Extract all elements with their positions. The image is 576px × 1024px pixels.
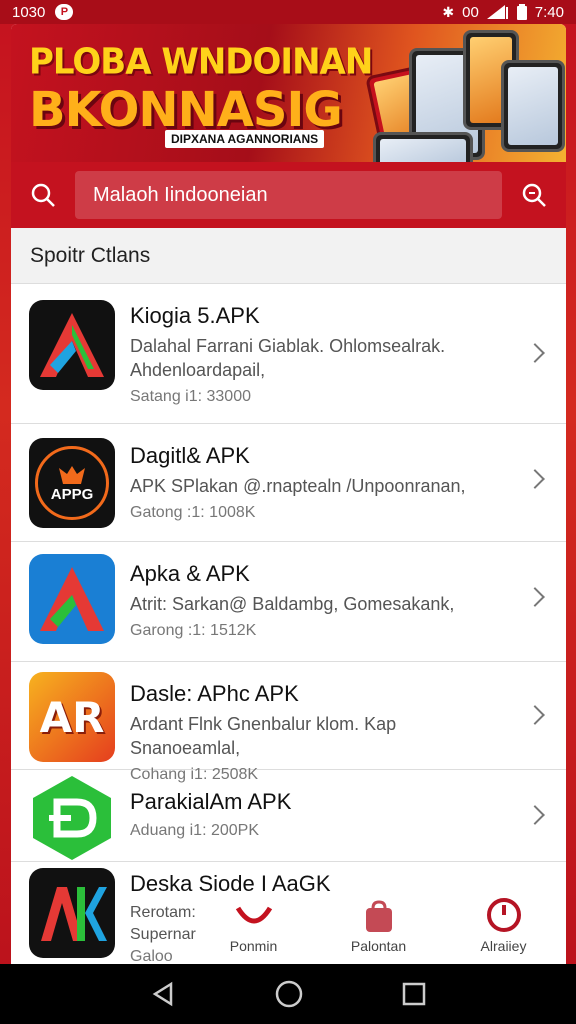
app-icon	[29, 774, 115, 862]
item-title: Apka & APK	[130, 561, 250, 586]
list-item[interactable]: Kiogia 5.APK Dalahal Farrani Giablak. Oh…	[11, 284, 566, 424]
battery-icon	[516, 4, 527, 20]
status-right: ✱ 00 7:40	[442, 4, 564, 21]
search-bar: Malaoh Iindooneian	[11, 162, 566, 228]
chevron-right-icon	[525, 805, 545, 825]
item-description: Dalahal Farrani Giablak. Ohlomsealrak. A…	[130, 336, 446, 380]
item-meta: Gatong :1: 1008K	[130, 504, 256, 521]
chevron-right-icon	[525, 705, 545, 725]
item-text: Kiogia 5.APK Dalahal Farrani Giablak. Oh…	[130, 302, 510, 408]
app-icon	[29, 300, 115, 390]
promo-banner[interactable]: PLOBA WNDOINAN BKONNASIG DIPXANA AGANNOR…	[11, 24, 566, 162]
app-list: Kiogia 5.APK Dalahal Farrani Giablak. Oh…	[11, 284, 566, 964]
nav-tab-alraiiey[interactable]: Alraiiey	[449, 896, 559, 954]
item-description: Ardant Flnk Gnenbalur klom. Kap Snanoeam…	[130, 714, 397, 758]
list-item[interactable]: AR Dasle: APhc APK Ardant Flnk Gnenbalur…	[11, 662, 566, 783]
app-icon	[29, 868, 115, 958]
nav-label: Ponmin	[229, 938, 278, 954]
status-left: 1030 P	[12, 3, 74, 21]
item-text: Apka & APK Atrit: Sarkan@ Baldambg, Gome…	[130, 560, 510, 642]
logo-d-icon	[33, 776, 111, 860]
logo-a-icon	[40, 313, 104, 377]
item-text: Dagitl& APK APK SPlakan @.rnaptealn /Unp…	[130, 442, 510, 524]
app-icon: AR	[29, 672, 115, 762]
item-meta: Aduang i1: 200PK	[130, 822, 259, 839]
item-text: ParakialAm APK Aduang i1: 200PK	[130, 788, 510, 842]
mascot-icon	[59, 465, 85, 484]
banner-headline: PLOBA WNDOINAN	[29, 41, 373, 83]
tablet-screen-2	[508, 67, 558, 145]
app-icon	[29, 554, 115, 644]
chevron-right-icon	[525, 587, 545, 607]
list-item[interactable]: ParakialAm APK Aduang i1: 200PK	[11, 770, 566, 862]
item-meta: Garong :1: 1512K	[130, 622, 257, 639]
nav-tab-palontan[interactable]: Palontan	[324, 900, 434, 954]
item-title: Dasle: APhc APK	[130, 681, 299, 706]
item-meta: Satang i1: 33000	[130, 388, 251, 405]
list-item[interactable]: APPG Dagitl& APK APK SPlakan @.rnaptealn…	[11, 424, 566, 542]
item-description: Atrit: Sarkan@ Baldambg, Gomesakank,	[130, 594, 455, 614]
app-icon-label: AR	[39, 692, 105, 742]
tablet-illustration-2	[501, 60, 565, 152]
chevron-right-icon	[525, 469, 545, 489]
status-time-right: 7:40	[534, 3, 564, 21]
system-nav-bar	[0, 964, 576, 1024]
signal-icon	[486, 5, 508, 19]
timer-icon	[486, 898, 521, 932]
nav-tab-ponmin[interactable]: Ponmin	[199, 900, 309, 954]
search-submit-icon[interactable]	[516, 177, 552, 213]
item-title: Dagitl& APK	[130, 443, 250, 468]
bottom-nav: Ponmin Palontan Alraiiey	[191, 892, 566, 964]
search-icon[interactable]	[25, 177, 61, 213]
app-frame: PLOBA WNDOINAN BKONNASIG DIPXANA AGANNOR…	[11, 24, 566, 964]
nav-label: Palontan	[350, 938, 407, 954]
nav-label: Alraiiey	[480, 938, 527, 954]
logo-a-icon	[40, 567, 104, 631]
logo-ak-icon	[41, 887, 107, 941]
search-input[interactable]: Malaoh Iindooneian	[75, 171, 502, 219]
app-icon: APPG	[29, 438, 115, 528]
recents-icon[interactable]	[401, 981, 427, 1007]
section-title: Spoitr Ctlans	[11, 228, 566, 284]
home-icon[interactable]	[274, 979, 304, 1009]
status-indicator: 00	[462, 3, 479, 21]
status-bar: 1030 P ✱ 00 7:40	[0, 0, 576, 24]
back-icon[interactable]	[149, 980, 177, 1008]
app-icon-label: APPG	[50, 485, 94, 503]
status-time-left: 1030	[12, 3, 46, 21]
app-icon-badge: APPG	[35, 446, 109, 520]
bluetooth-icon: ✱	[442, 3, 455, 20]
list-item[interactable]: Apka & APK Atrit: Sarkan@ Baldambg, Gome…	[11, 542, 566, 662]
horseshoe-icon	[235, 906, 272, 924]
laptop-screen	[380, 139, 466, 162]
chevron-right-icon	[525, 343, 545, 363]
item-title: Kiogia 5.APK	[130, 303, 260, 328]
item-title: ParakialAm APK	[130, 789, 292, 814]
item-description: APK SPlakan @.rnaptealn /Unpoonranan,	[130, 476, 466, 496]
notification-badge-icon: P	[55, 4, 74, 20]
banner-tag: DIPXANA AGANNORIANS	[165, 130, 325, 148]
laptop-illustration	[373, 132, 473, 162]
bag-icon	[365, 900, 392, 932]
